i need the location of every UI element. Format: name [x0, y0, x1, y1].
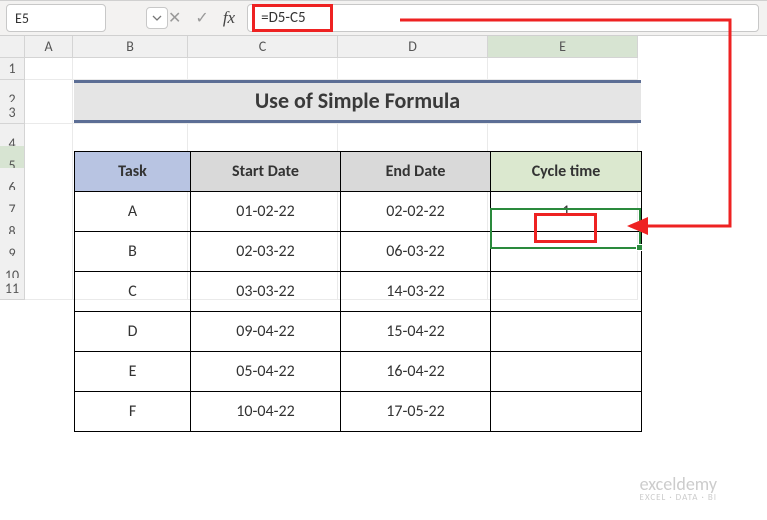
cell-cycle[interactable]	[491, 232, 642, 272]
header-start-date[interactable]: Start Date	[191, 152, 341, 192]
table-row: A01-02-2202-02-221	[75, 192, 642, 232]
cell-end[interactable]: 02-02-22	[341, 192, 491, 232]
row-header-1[interactable]: 1	[0, 58, 25, 80]
cell-start[interactable]: 05-04-22	[191, 352, 341, 392]
table-row: C03-03-2214-03-22	[75, 272, 642, 312]
chevron-down-icon	[152, 13, 162, 23]
cell-start[interactable]: 03-03-22	[191, 272, 341, 312]
table-row: D09-04-2215-04-22	[75, 312, 642, 352]
cell[interactable]	[338, 58, 488, 80]
cell-task[interactable]: D	[75, 312, 191, 352]
table-row: E05-04-2216-04-22	[75, 352, 642, 392]
cell-end[interactable]: 15-04-22	[341, 312, 491, 352]
row-header-11[interactable]: 11	[0, 278, 25, 300]
cell-start[interactable]: 02-03-22	[191, 232, 341, 272]
formula-bar-buttons: ✕ ✓ fx	[168, 8, 247, 28]
cell-start[interactable]: 01-02-22	[191, 192, 341, 232]
cell-end[interactable]: 14-03-22	[341, 272, 491, 312]
formula-text: =D5-C5	[252, 4, 333, 32]
watermark: exceldemy EXCEL · DATA · BI	[640, 475, 717, 502]
name-box-value: E5	[15, 10, 29, 27]
cell-cycle[interactable]	[491, 272, 642, 312]
accept-formula-button[interactable]: ✓	[195, 8, 208, 28]
col-header-C[interactable]: C	[188, 36, 338, 58]
cancel-formula-button[interactable]: ✕	[168, 8, 181, 28]
data-region: Use of Simple Formula Task Start Date En…	[74, 80, 641, 432]
data-table: Task Start Date End Date Cycle time A01-…	[74, 151, 642, 432]
cell-cycle[interactable]	[491, 392, 642, 432]
col-header-A[interactable]: A	[25, 36, 73, 58]
header-task[interactable]: Task	[75, 152, 191, 192]
cell[interactable]	[25, 102, 73, 124]
cell[interactable]	[73, 58, 188, 80]
cell-cycle[interactable]: 1	[491, 192, 642, 232]
formula-input[interactable]: =D5-C5	[247, 4, 759, 32]
watermark-brand: exceldemy	[640, 475, 717, 493]
col-header-E[interactable]: E	[488, 36, 638, 58]
row-header-3[interactable]: 3	[0, 102, 25, 124]
formula-bar: E5 ✕ ✓ fx =D5-C5	[0, 0, 767, 36]
cell-end[interactable]: 16-04-22	[341, 352, 491, 392]
cell-end[interactable]: 06-03-22	[341, 232, 491, 272]
table-row: F10-04-2217-05-22	[75, 392, 642, 432]
cell-task[interactable]: C	[75, 272, 191, 312]
cell-start[interactable]: 09-04-22	[191, 312, 341, 352]
cell-task[interactable]: F	[75, 392, 191, 432]
cell[interactable]	[25, 278, 73, 300]
cell[interactable]	[488, 58, 638, 80]
table-row: B02-03-2206-03-22	[75, 232, 642, 272]
col-header-D[interactable]: D	[338, 36, 488, 58]
cell-end[interactable]: 17-05-22	[341, 392, 491, 432]
fx-label[interactable]: fx	[223, 8, 235, 28]
cell-task[interactable]: A	[75, 192, 191, 232]
cell-task[interactable]: E	[75, 352, 191, 392]
header-cycle-time[interactable]: Cycle time	[491, 152, 642, 192]
cell-cycle[interactable]	[491, 312, 642, 352]
cell-start[interactable]: 10-04-22	[191, 392, 341, 432]
name-box[interactable]: E5	[6, 4, 106, 32]
cell-cycle[interactable]	[491, 352, 642, 392]
cell-task[interactable]: B	[75, 232, 191, 272]
select-all-corner[interactable]	[0, 36, 25, 58]
cell[interactable]	[188, 58, 338, 80]
watermark-tagline: EXCEL · DATA · BI	[640, 493, 717, 502]
name-box-dropdown[interactable]	[146, 7, 168, 29]
col-header-B[interactable]: B	[73, 36, 188, 58]
cell[interactable]	[25, 58, 73, 80]
page-title: Use of Simple Formula	[74, 80, 641, 123]
header-end-date[interactable]: End Date	[341, 152, 491, 192]
